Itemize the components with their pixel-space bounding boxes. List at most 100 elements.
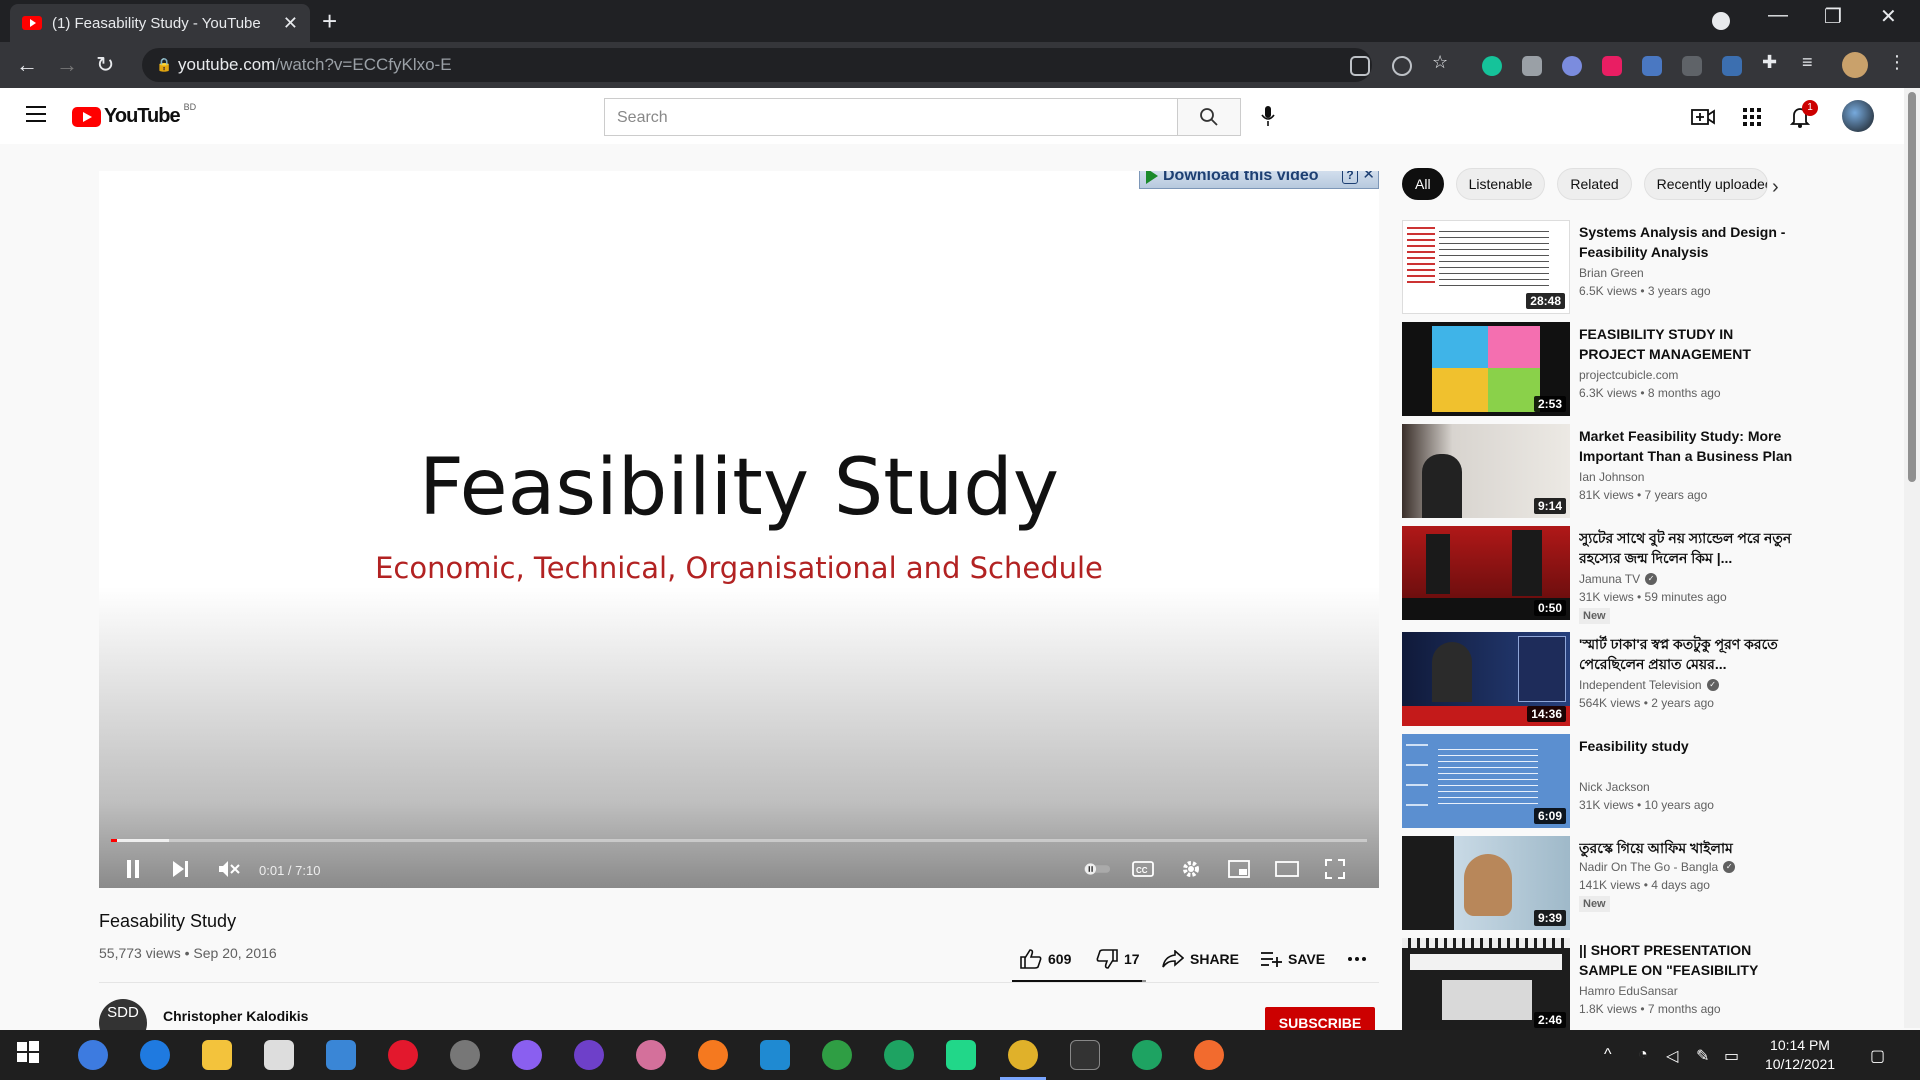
video-title[interactable]: Systems Analysis and Design - Feasibilit… [1579,222,1799,262]
opera-app-icon[interactable] [388,1040,418,1070]
firefox-app-icon[interactable] [698,1040,728,1070]
video-thumbnail[interactable]: 2:46 [1402,938,1570,1032]
store-app-icon[interactable] [264,1040,294,1070]
download-help-button[interactable]: ? [1342,171,1358,184]
recommendation-item[interactable]: 28:48 Systems Analysis and Design - Feas… [1402,220,1902,316]
action-center-icon[interactable]: ▢ [1870,1046,1885,1066]
recommendation-item[interactable]: 9:39 তুরস্কে গিয়ে আফিম খাইলাম Nadir On … [1402,836,1902,932]
video-thumbnail[interactable]: 9:14 [1402,424,1570,518]
windows-start-icon[interactable] [16,1040,46,1070]
back-button[interactable]: ← [16,52,38,78]
settings-button[interactable] [1177,857,1205,881]
video-thumbnail[interactable]: 14:36 [1402,632,1570,726]
download-extension-icon[interactable] [1642,56,1662,76]
profile-avatar-icon[interactable] [1842,52,1868,78]
close-window-button[interactable]: ✕ [1880,4,1897,29]
chrome-app-icon[interactable] [1132,1040,1162,1070]
volume-icon[interactable]: ◁ [1666,1046,1678,1066]
app-icon[interactable] [450,1040,480,1070]
video-title[interactable]: 'স্মার্ট ঢাকা'র স্বপ্ন কতটুকু পূরণ করতে … [1579,634,1799,674]
video-player[interactable]: Feasibility Study Economic, Technical, O… [99,171,1379,888]
reload-button[interactable]: ↻ [96,52,114,78]
pen-icon[interactable]: ✎ [1696,1046,1709,1066]
next-button[interactable] [167,857,195,881]
video-title[interactable]: স্যুটের সাথে বুট নয় স্যান্ডেল পরে নতুন … [1579,528,1799,568]
bookmark-star-icon[interactable]: ☆ [1432,52,1452,72]
dislike-button[interactable]: 17 [1096,947,1140,971]
chrome-app-icon[interactable] [1000,1040,1046,1080]
restore-button[interactable]: ❐ [1824,4,1842,29]
terminal-app-icon[interactable] [1070,1040,1100,1070]
address-bar[interactable]: 🔒 youtube.com/watch?v=ECCfyKlxo-E [142,48,1372,82]
download-video-banner[interactable]: Download this video ? ✕ [1139,171,1379,189]
video-title[interactable]: Feasibility study [1579,736,1799,756]
menu-icon[interactable] [26,106,46,122]
share-button[interactable]: SHARE [1162,947,1239,971]
chevron-up-icon[interactable]: ^ [1604,1046,1612,1064]
qbittorrent-app-icon[interactable] [78,1040,108,1070]
messenger-app-icon[interactable] [512,1040,542,1070]
browser-tab-active[interactable]: (1) Feasability Study - YouTube ✕ [10,4,310,42]
chips-next-icon[interactable]: › [1772,176,1779,199]
chip-recently-uploaded[interactable]: Recently uploaded [1643,168,1768,200]
postman-app-icon[interactable] [1194,1040,1224,1070]
keyboard-icon[interactable]: ▭ [1724,1046,1739,1066]
vscode-app-icon[interactable] [760,1040,790,1070]
recommendation-item[interactable]: 6:09 Feasibility study Nick Jackson 31K … [1402,734,1902,830]
voice-search-button[interactable] [1254,102,1282,130]
mute-button[interactable] [215,857,243,881]
reading-list-icon[interactable]: ≡ [1802,52,1822,72]
grammarly-extension-icon[interactable] [1482,56,1502,76]
file-explorer-app-icon[interactable] [202,1040,232,1070]
account-avatar[interactable] [1842,100,1874,132]
recommendation-item[interactable]: 9:14 Market Feasibility Study: More Impo… [1402,424,1902,520]
download-close-button[interactable]: ✕ [1362,171,1375,183]
extension-icon[interactable] [1562,56,1582,76]
pycharm-app-icon[interactable] [946,1040,976,1070]
install-app-icon[interactable] [1350,56,1370,76]
recommendation-item[interactable]: 2:46 || SHORT PRESENTATION SAMPLE ON "FE… [1402,938,1902,1034]
taskbar-clock[interactable]: 10:14 PM 10/12/2021 [1748,1036,1852,1074]
wifi-icon[interactable]: ◔ [1638,1046,1648,1064]
recommendation-item[interactable]: 14:36 'স্মার্ট ঢাকা'র স্বপ্ন কতটুকু পূরণ… [1402,632,1902,728]
app-icon[interactable] [822,1040,852,1070]
tab-close-icon[interactable]: ✕ [283,13,298,34]
pause-button[interactable] [119,857,147,881]
video-title[interactable]: FEASIBILITY STUDY IN PROJECT MANAGEMENT [1579,324,1799,364]
save-button[interactable]: SAVE [1260,947,1325,971]
chrome-app-icon[interactable] [884,1040,914,1070]
youtube-logo[interactable]: YouTube BD [72,102,196,128]
theater-mode-button[interactable] [1273,857,1301,881]
github-app-icon[interactable] [574,1040,604,1070]
recommendation-item[interactable]: 0:50 স্যুটের সাথে বুট নয় স্যান্ডেল পরে … [1402,526,1902,624]
minimize-button[interactable]: — [1768,4,1788,27]
paint-app-icon[interactable] [636,1040,666,1070]
mail-app-icon[interactable] [326,1040,356,1070]
progress-bar[interactable] [111,839,1367,842]
search-button[interactable] [1177,98,1241,136]
video-thumbnail[interactable]: 0:50 [1402,526,1570,620]
video-title[interactable]: || SHORT PRESENTATION SAMPLE ON "FEASIBI… [1579,940,1799,980]
play-extension-icon[interactable] [1602,56,1622,76]
like-button[interactable]: 609 [1020,947,1071,971]
search-input[interactable]: Search [604,98,1178,136]
extension-icon[interactable] [1682,56,1702,76]
miniplayer-button[interactable] [1225,857,1253,881]
video-thumbnail[interactable]: 9:39 [1402,836,1570,930]
apps-grid-icon[interactable] [1739,104,1765,130]
zoom-icon[interactable] [1392,56,1412,76]
chip-related[interactable]: Related [1557,168,1632,200]
more-actions-button[interactable] [1348,947,1372,971]
create-video-icon[interactable] [1690,104,1716,130]
video-title[interactable]: Market Feasibility Study: More Important… [1579,426,1799,466]
page-scrollbar[interactable] [1904,88,1920,1028]
video-thumbnail[interactable]: 2:53 [1402,322,1570,416]
browser-menu-icon[interactable]: ⋮ [1888,52,1908,72]
fullscreen-button[interactable] [1321,857,1349,881]
camera-extension-icon[interactable] [1522,56,1542,76]
scrollbar-thumb[interactable] [1908,92,1916,482]
extensions-puzzle-icon[interactable]: ✚ [1762,52,1782,72]
video-title[interactable]: তুরস্কে গিয়ে আফিম খাইলাম [1579,838,1799,858]
channel-name[interactable]: Christopher Kalodikis [163,1008,308,1024]
video-thumbnail[interactable]: 6:09 [1402,734,1570,828]
